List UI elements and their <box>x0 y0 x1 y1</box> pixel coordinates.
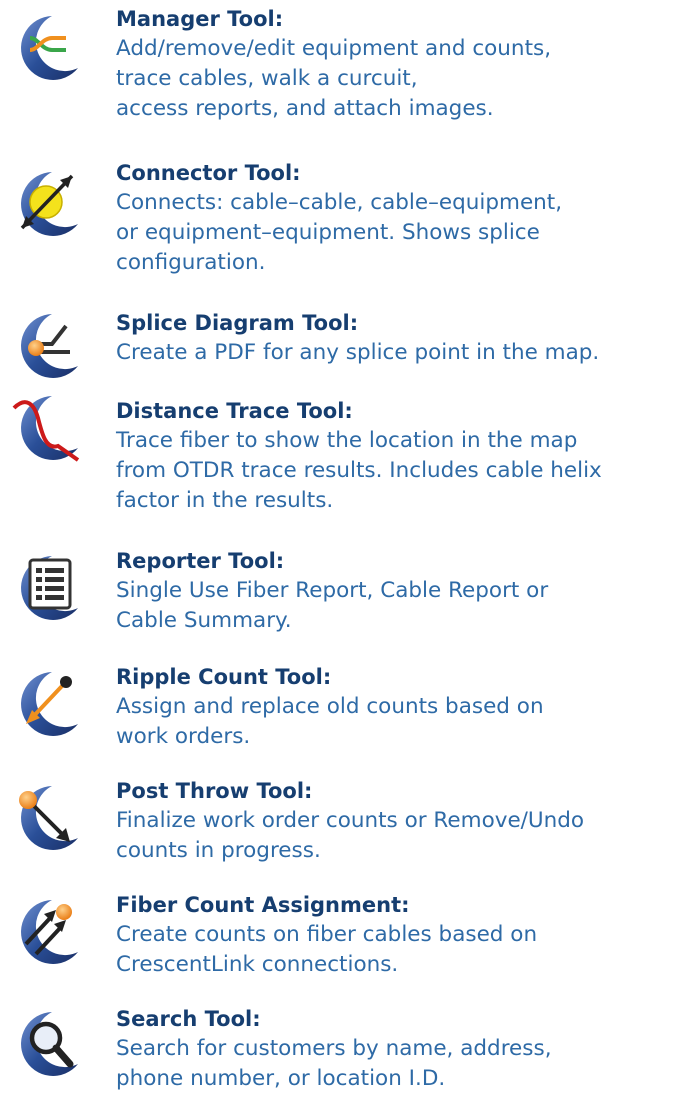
tool-description: Connects: cable–cable, cable–equipment, … <box>116 190 563 275</box>
reporter-icon[interactable] <box>8 550 84 626</box>
tool-title: Search Tool: <box>116 1007 261 1031</box>
tool-description: Create counts on fiber cables based on C… <box>116 922 538 977</box>
tool-description: Finalize work order counts or Remove/Und… <box>116 808 585 863</box>
splice-diagram-icon[interactable] <box>8 308 84 384</box>
tool-title: Splice Diagram Tool: <box>116 311 359 335</box>
ripple-count-icon[interactable] <box>8 666 84 742</box>
connector-icon[interactable] <box>8 166 84 242</box>
tool-title: Connector Tool: <box>116 161 301 185</box>
tool-description: Trace fiber to show the location in the … <box>116 428 602 513</box>
tool-title: Fiber Count Assignment: <box>116 893 410 917</box>
tool-title: Post Throw Tool: <box>116 779 313 803</box>
tool-description: Assign and replace old counts based on w… <box>116 694 544 749</box>
tool-title: Reporter Tool: <box>116 549 285 573</box>
tool-title: Distance Trace Tool: <box>116 399 353 423</box>
tool-title: Manager Tool: <box>116 7 284 31</box>
fiber-count-assignment-icon[interactable] <box>8 894 84 970</box>
search-icon[interactable] <box>8 1006 84 1082</box>
distance-trace-icon[interactable] <box>8 390 84 466</box>
tool-title: Ripple Count Tool: <box>116 665 332 689</box>
tool-description: Add/remove/edit equipment and counts, tr… <box>116 36 552 121</box>
manager-icon[interactable] <box>8 10 84 86</box>
tool-description: Create a PDF for any splice point in the… <box>116 340 600 365</box>
post-throw-icon[interactable] <box>8 780 84 856</box>
tool-description: Single Use Fiber Report, Cable Report or… <box>116 578 549 633</box>
tool-description: Search for customers by name, address, p… <box>116 1036 552 1091</box>
